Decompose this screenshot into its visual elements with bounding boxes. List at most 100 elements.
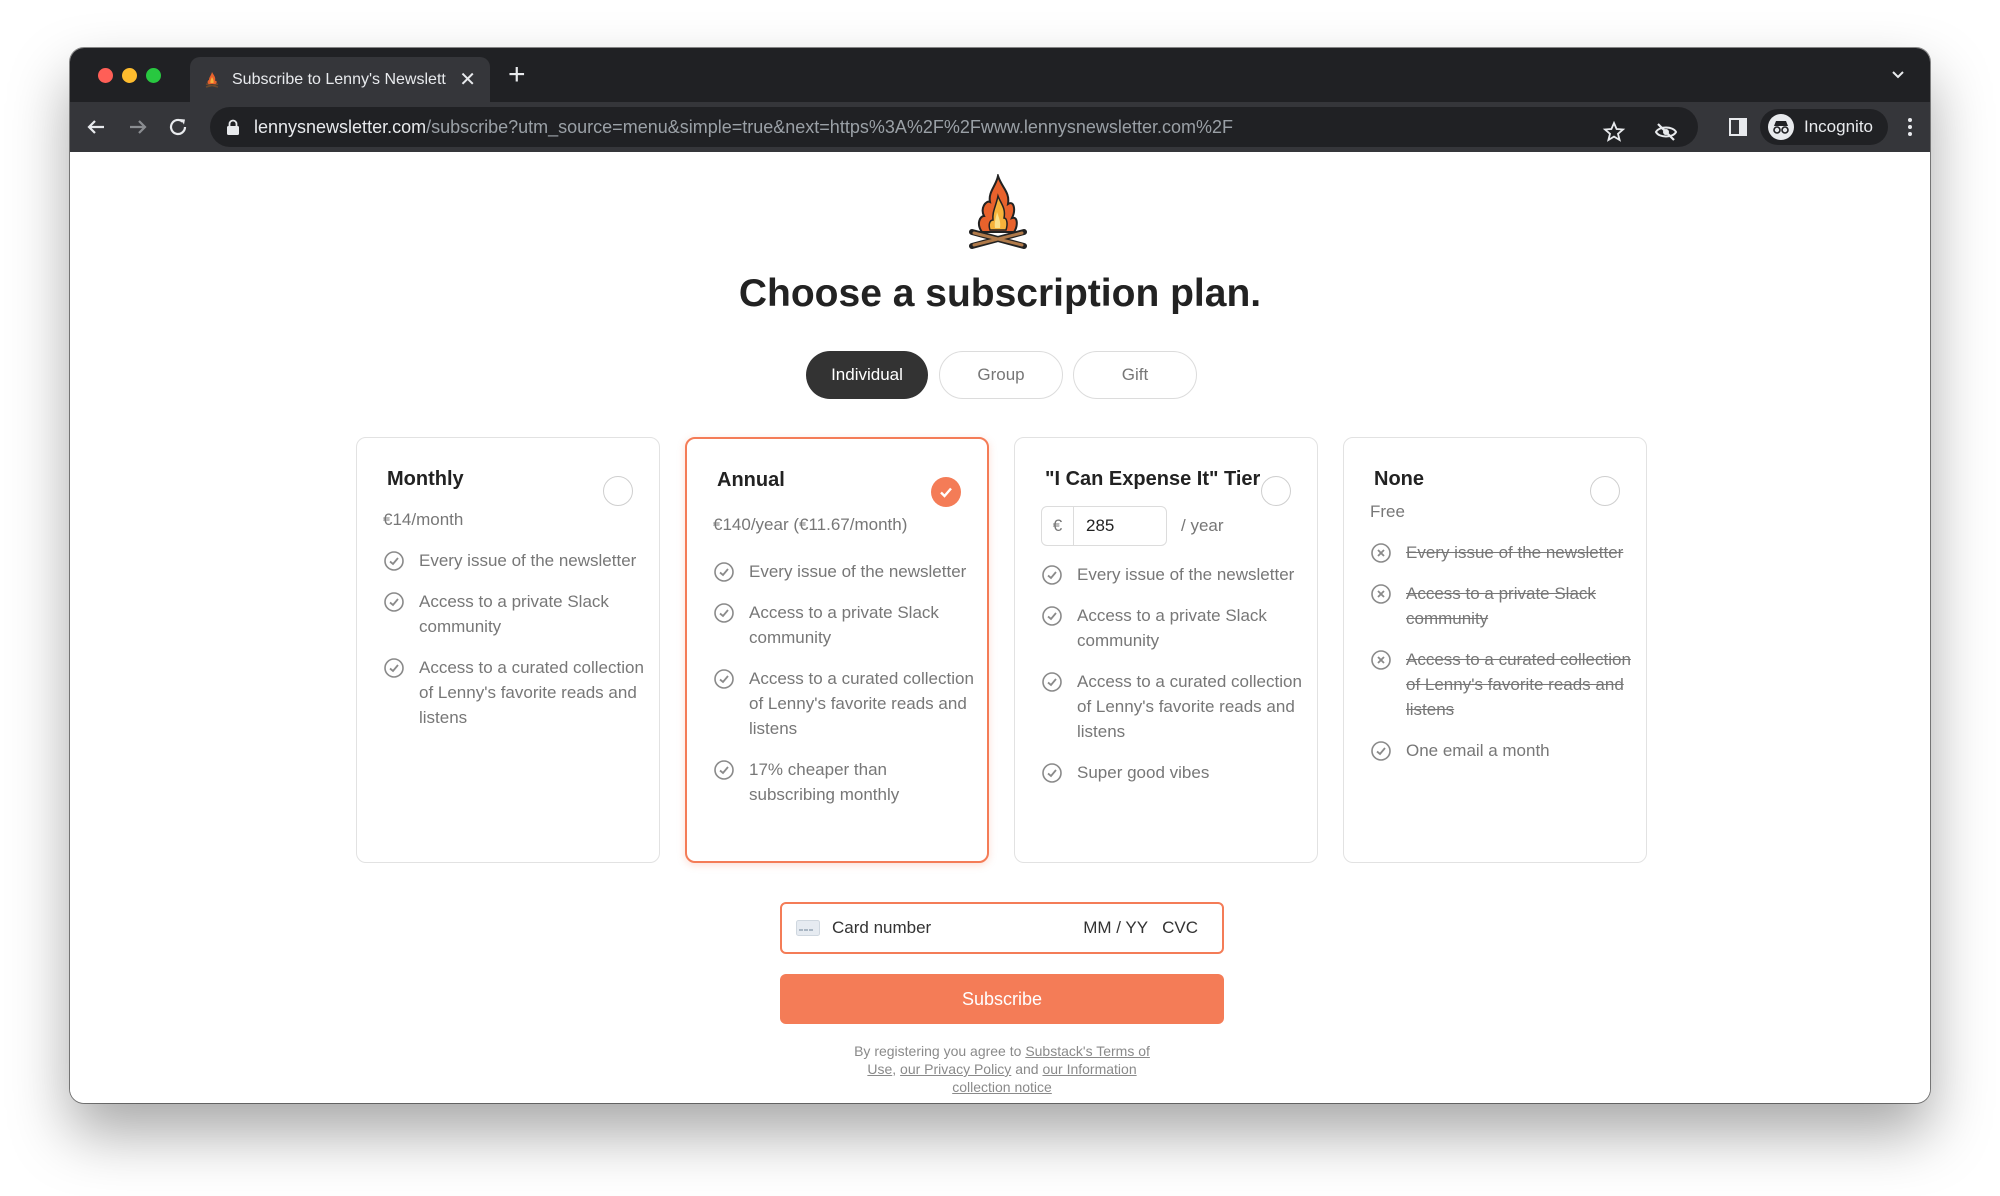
tab-gift[interactable]: Gift bbox=[1073, 351, 1197, 399]
page-content: Choose a subscription plan. Individual G… bbox=[70, 152, 1930, 1103]
lock-icon[interactable] bbox=[226, 119, 240, 135]
subscribe-button[interactable]: Subscribe bbox=[780, 974, 1224, 1024]
campfire-icon bbox=[969, 174, 1027, 249]
check-circle-icon bbox=[1371, 741, 1391, 761]
legal-prefix: By registering you agree to bbox=[854, 1043, 1026, 1059]
maximize-window-button[interactable] bbox=[146, 68, 161, 83]
amount-value: 285 bbox=[1086, 516, 1115, 535]
browser-tab[interactable]: Subscribe to Lenny's Newslett ✕ bbox=[190, 57, 490, 102]
feature-text: Access to a curated collection of Lenny'… bbox=[1077, 672, 1302, 741]
feature-item-excluded: Access to a curated collection of Lenny'… bbox=[1370, 647, 1632, 722]
feature-item: Access to a private Slack community bbox=[383, 589, 645, 639]
plan-name: Annual bbox=[717, 469, 785, 491]
forward-arrow-icon[interactable] bbox=[126, 115, 150, 139]
url-host: lennysnewsletter.com bbox=[254, 116, 427, 137]
plan-radio-checked[interactable] bbox=[931, 477, 961, 507]
credit-card-icon bbox=[796, 920, 820, 936]
check-circle-icon bbox=[1042, 672, 1062, 692]
profile-label: Incognito bbox=[1804, 117, 1873, 136]
eye-slash-icon[interactable] bbox=[1654, 120, 1678, 144]
plan-card-monthly[interactable]: Monthly €14/month Every issue of the new… bbox=[356, 437, 660, 863]
minimize-window-button[interactable] bbox=[122, 68, 137, 83]
address-bar[interactable]: lennysnewsletter.com/subscribe?utm_sourc… bbox=[210, 107, 1698, 147]
feature-text: Access to a curated collection of Lenny'… bbox=[1406, 650, 1631, 719]
kebab-menu-icon[interactable] bbox=[1898, 115, 1922, 139]
feature-text: Every issue of the newsletter bbox=[1406, 543, 1624, 562]
tab-group[interactable]: Group bbox=[939, 351, 1063, 399]
plan-radio[interactable] bbox=[603, 476, 633, 506]
feature-item: Every issue of the newsletter bbox=[1041, 562, 1303, 587]
legal-separator: , bbox=[892, 1061, 901, 1077]
checkmark-icon bbox=[940, 487, 952, 498]
feature-item-excluded: Access to a private Slack community bbox=[1370, 581, 1632, 631]
browser-toolbar: lennysnewsletter.com/subscribe?utm_sourc… bbox=[70, 102, 1930, 152]
feature-item: Access to a curated collection of Lenny'… bbox=[383, 655, 645, 730]
plan-name: Monthly bbox=[387, 468, 464, 490]
feature-item: Access to a private Slack community bbox=[713, 600, 975, 650]
expiry-placeholder[interactable]: MM / YY bbox=[1083, 918, 1148, 938]
new-tab-button[interactable]: + bbox=[508, 60, 526, 90]
custom-amount: € 285 / year bbox=[1041, 506, 1224, 546]
profile-button[interactable]: Incognito bbox=[1760, 109, 1888, 145]
browser-window: Subscribe to Lenny's Newslett ✕ + lennys… bbox=[70, 48, 1930, 1103]
feature-item: Access to a private Slack community bbox=[1041, 603, 1303, 653]
plan-price: €14/month bbox=[383, 510, 464, 529]
reload-icon[interactable] bbox=[166, 115, 190, 139]
privacy-link[interactable]: our Privacy Policy bbox=[900, 1061, 1011, 1077]
x-circle-icon bbox=[1371, 650, 1391, 670]
tab-search-chevron-icon[interactable] bbox=[1888, 64, 1908, 84]
feature-text: One email a month bbox=[1406, 741, 1550, 760]
feature-text: Access to a curated collection of Lenny'… bbox=[419, 658, 644, 727]
feature-list: Every issue of the newsletter Access to … bbox=[713, 559, 975, 823]
side-panel-icon[interactable] bbox=[1726, 115, 1750, 139]
feature-text: 17% cheaper than subscribing monthly bbox=[749, 760, 900, 804]
close-window-button[interactable] bbox=[98, 68, 113, 83]
plan-radio[interactable] bbox=[1590, 476, 1620, 506]
plan-price: €140/year (€11.67/month) bbox=[713, 515, 908, 534]
feature-item-excluded: Every issue of the newsletter bbox=[1370, 540, 1632, 565]
plan-card-expense-tier[interactable]: "I Can Expense It" Tier € 285 / year Eve… bbox=[1014, 437, 1318, 863]
browser-titlebar: Subscribe to Lenny's Newslett ✕ + bbox=[70, 48, 1930, 102]
feature-text: Every issue of the newsletter bbox=[419, 551, 637, 570]
feature-text: Access to a curated collection of Lenny'… bbox=[749, 669, 974, 738]
tab-close-icon[interactable]: ✕ bbox=[459, 67, 476, 92]
x-circle-icon bbox=[1371, 584, 1391, 604]
check-circle-icon bbox=[714, 760, 734, 780]
feature-item: Access to a curated collection of Lenny'… bbox=[1041, 669, 1303, 744]
check-circle-icon bbox=[1042, 606, 1062, 626]
plan-card-annual[interactable]: Annual €140/year (€11.67/month) Every is… bbox=[685, 437, 989, 863]
check-circle-icon bbox=[384, 551, 404, 571]
check-circle-icon bbox=[384, 592, 404, 612]
star-icon[interactable] bbox=[1602, 120, 1626, 144]
feature-item: Every issue of the newsletter bbox=[383, 548, 645, 573]
feature-list: Every issue of the newsletter Access to … bbox=[1370, 540, 1632, 779]
amount-period: / year bbox=[1181, 516, 1224, 535]
tab-individual[interactable]: Individual bbox=[806, 351, 928, 399]
feature-list: Every issue of the newsletter Access to … bbox=[383, 548, 645, 746]
feature-text: Super good vibes bbox=[1077, 763, 1210, 782]
check-circle-icon bbox=[714, 603, 734, 623]
check-circle-icon bbox=[714, 562, 734, 582]
amount-input[interactable]: € 285 bbox=[1041, 506, 1167, 546]
card-number-placeholder: Card number bbox=[832, 918, 932, 937]
plan-card-none[interactable]: None Free Every issue of the newsletter … bbox=[1343, 437, 1647, 863]
feature-text: Every issue of the newsletter bbox=[749, 562, 967, 581]
card-number-field[interactable]: Card number MM / YY CVC bbox=[780, 902, 1224, 954]
legal-and: and bbox=[1011, 1061, 1043, 1077]
feature-text: Access to a private Slack community bbox=[419, 592, 609, 636]
feature-item: 17% cheaper than subscribing monthly bbox=[713, 757, 975, 807]
cvc-placeholder[interactable]: CVC bbox=[1162, 918, 1198, 938]
back-arrow-icon[interactable] bbox=[84, 115, 108, 139]
plan-radio[interactable] bbox=[1261, 476, 1291, 506]
x-circle-icon bbox=[1371, 543, 1391, 563]
check-circle-icon bbox=[384, 658, 404, 678]
campfire-icon bbox=[205, 71, 219, 88]
check-circle-icon bbox=[1042, 565, 1062, 585]
plan-name: "I Can Expense It" Tier bbox=[1045, 468, 1261, 490]
legal-notice: By registering you agree to Substack's T… bbox=[840, 1042, 1164, 1096]
page-title: Choose a subscription plan. bbox=[738, 272, 1262, 315]
plan-name: None bbox=[1374, 468, 1424, 490]
feature-text: Every issue of the newsletter bbox=[1077, 565, 1295, 584]
plan-price: Free bbox=[1370, 502, 1405, 521]
check-circle-icon bbox=[714, 669, 734, 689]
